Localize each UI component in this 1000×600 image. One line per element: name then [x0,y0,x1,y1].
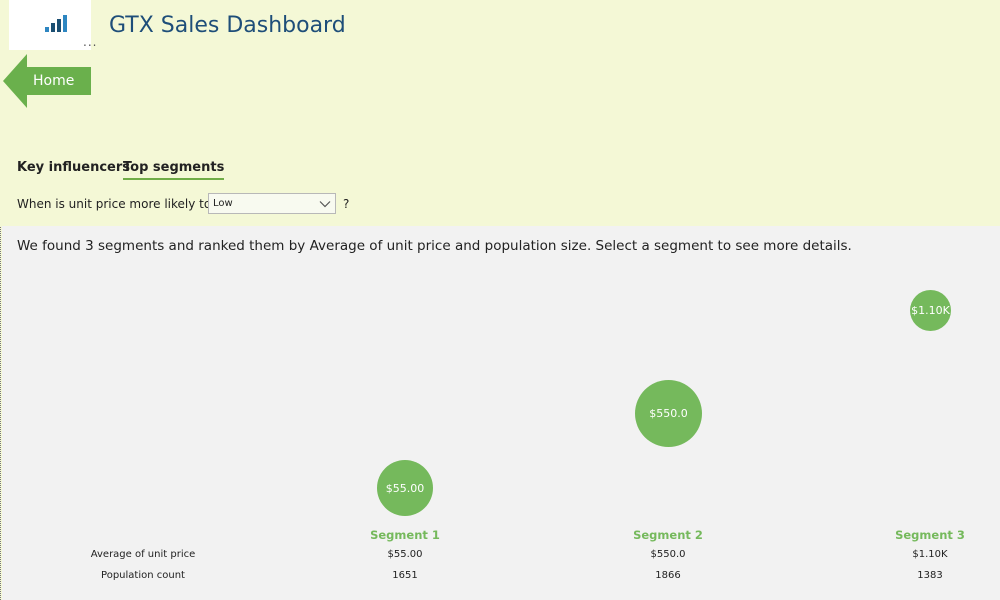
segment-2-name[interactable]: Segment 2 [633,528,703,542]
tab-top-segments[interactable]: Top segments [123,160,225,180]
dropdown-selected-value: Low [213,198,233,209]
segment-2-bubble[interactable]: $550.0 [635,380,702,447]
segment-1-bubble-label: $55.00 [385,481,425,495]
question-prefix: When is unit price more likely to be [17,197,230,211]
segment-1-avg-unit-price: $55.00 [387,549,423,560]
more-options-icon[interactable]: ... [83,35,97,49]
segments-summary: We found 3 segments and ranked them by A… [17,238,852,254]
logo-tile: ... [9,0,96,50]
home-button[interactable]: Home [3,54,91,108]
header-area: ... GTX Sales Dashboard Home Key influen… [0,0,1000,226]
segment-3-avg-unit-price: $1.10K [912,549,948,560]
chevron-down-icon [319,201,331,208]
segment-2-population: 1866 [655,570,681,581]
segment-1-population: 1651 [392,570,418,581]
segment-1-bubble[interactable]: $55.00 [377,460,433,516]
page-title: GTX Sales Dashboard [109,13,346,38]
target-value-dropdown[interactable]: Low [208,193,336,214]
segment-2-avg-unit-price: $550.0 [650,549,686,560]
home-button-label: Home [33,73,75,89]
segment-2-bubble-label: $550.0 [649,407,688,420]
segment-3-bubble[interactable]: $1.10K [910,290,951,331]
bar-chart-logo-icon [45,15,67,32]
segments-panel: We found 3 segments and ranked them by A… [2,226,1000,600]
segment-3-population: 1383 [917,570,943,581]
tab-key-influencers[interactable]: Key influencers [17,160,130,175]
segment-3-name[interactable]: Segment 3 [895,528,965,542]
segment-3-bubble-label: $1.10K [911,304,950,317]
segment-1-name[interactable]: Segment 1 [370,528,440,542]
row-label-population-count: Population count [101,570,185,581]
row-label-avg-unit-price: Average of unit price [90,549,196,560]
question-suffix: ? [343,197,350,211]
